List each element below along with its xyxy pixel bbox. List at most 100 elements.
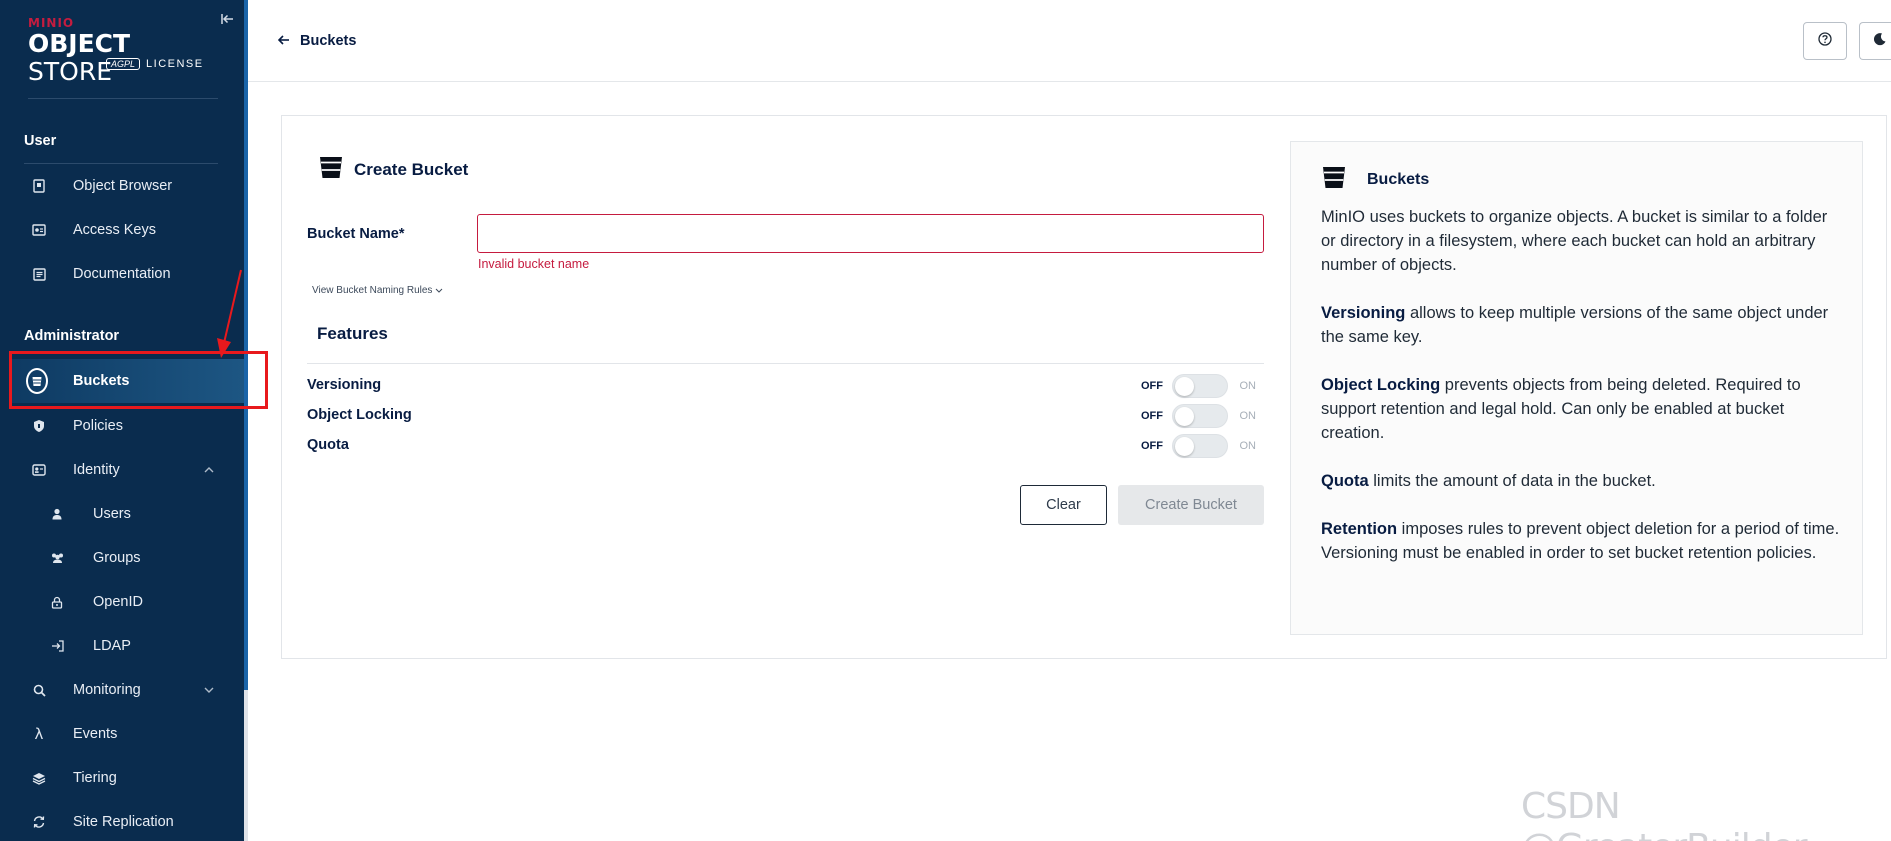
license-text: LICENSE xyxy=(146,58,204,70)
back-to-buckets-link[interactable]: Buckets xyxy=(277,32,357,49)
sidebar-item-access-keys[interactable]: Access Keys xyxy=(10,208,244,252)
documentation-icon xyxy=(30,265,48,283)
sidebar: MINIO OBJECT STORE AGPL LICENSE User Obje… xyxy=(0,0,246,841)
arrow-left-icon xyxy=(277,32,290,49)
versioning-toggle[interactable] xyxy=(1172,374,1228,398)
sidebar-item-label: Object Browser xyxy=(73,178,173,194)
help-object-locking: Object Locking prevents objects from bei… xyxy=(1321,373,1841,445)
switch-off-label: OFF xyxy=(1141,380,1163,392)
login-icon xyxy=(48,637,66,655)
bucket-name-input[interactable] xyxy=(477,214,1264,253)
help-versioning: Versioning allows to keep multiple versi… xyxy=(1321,301,1841,349)
access-keys-icon xyxy=(30,221,48,239)
sidebar-item-label: Site Replication xyxy=(73,814,174,830)
bucket-icon xyxy=(26,368,48,394)
bucket-name-error: Invalid bucket name xyxy=(478,257,590,271)
help-term: Retention xyxy=(1321,520,1398,538)
bucket-icon xyxy=(318,154,344,185)
bucket-icon xyxy=(1321,164,1347,195)
logo-divider xyxy=(28,98,218,99)
quota-toggle[interactable] xyxy=(1172,434,1228,458)
create-bucket-title-text: Create Bucket xyxy=(354,159,469,179)
minio-logo[interactable]: MINIO OBJECT STORE AGPL LICENSE xyxy=(28,16,218,86)
help-quota: Quota limits the amount of data in the b… xyxy=(1321,469,1841,493)
administrator-section-label: Administrator xyxy=(24,328,120,344)
sidebar-item-groups[interactable]: Groups xyxy=(10,536,244,580)
view-naming-rules-link[interactable]: View Bucket Naming Rules xyxy=(312,285,443,296)
lock-icon xyxy=(48,593,66,611)
switch-off-label: OFF xyxy=(1141,440,1163,452)
create-bucket-button[interactable]: Create Bucket xyxy=(1118,485,1264,525)
layers-icon xyxy=(30,769,48,787)
help-retention: Retention imposes rules to prevent objec… xyxy=(1321,517,1841,565)
dark-mode-toggle-button[interactable] xyxy=(1859,22,1891,60)
sidebar-item-label: Groups xyxy=(93,550,141,566)
switch-knob xyxy=(1175,407,1194,426)
help-body: MinIO uses buckets to organize objects. … xyxy=(1321,205,1841,589)
create-bucket-card: Create Bucket Bucket Name* Invalid bucke… xyxy=(281,115,1887,659)
chevron-down-icon xyxy=(435,285,443,296)
agpl-badge: AGPL xyxy=(106,58,141,70)
logo-title-bold: OBJECT xyxy=(28,29,131,58)
sidebar-item-buckets[interactable]: Buckets xyxy=(10,359,244,403)
sidebar-item-label: Documentation xyxy=(73,266,171,282)
sidebar-item-label: LDAP xyxy=(93,638,131,654)
sidebar-item-label: Events xyxy=(73,726,118,742)
feature-label: Quota xyxy=(307,437,349,453)
naming-rules-label: View Bucket Naming Rules xyxy=(312,285,433,296)
logo-title-thin: STORE xyxy=(28,57,112,86)
sidebar-item-openid[interactable]: OpenID xyxy=(10,580,244,624)
feature-label: Object Locking xyxy=(307,407,412,423)
help-title-text: Buckets xyxy=(1367,170,1430,188)
moon-icon xyxy=(1873,32,1887,51)
switch-on-label: ON xyxy=(1239,380,1257,392)
switch-knob xyxy=(1175,437,1194,456)
sidebar-item-documentation[interactable]: Documentation xyxy=(10,252,244,296)
sidebar-item-label: Monitoring xyxy=(73,682,141,698)
sidebar-item-label: Tiering xyxy=(73,770,117,786)
collapse-sidebar-icon[interactable] xyxy=(219,12,235,28)
watermark: CSDN @GreaterBuilder xyxy=(1521,786,1808,841)
sidebar-item-label: Identity xyxy=(73,462,120,478)
chevron-down-icon[interactable] xyxy=(204,684,214,696)
sidebar-item-monitoring[interactable]: Monitoring xyxy=(10,668,244,712)
sidebar-item-ldap[interactable]: LDAP xyxy=(10,624,244,668)
help-desc: limits the amount of data in the bucket. xyxy=(1368,472,1656,490)
feature-label: Versioning xyxy=(307,377,382,393)
switch-on-label: ON xyxy=(1239,440,1257,452)
bucket-icon-circle xyxy=(26,368,48,394)
chevron-up-icon[interactable] xyxy=(204,464,214,476)
bucket-name-label: Bucket Name* xyxy=(307,226,405,242)
feature-row-quota: Quota OFF ON xyxy=(307,431,1264,461)
sidebar-scrollbar[interactable] xyxy=(244,0,248,690)
create-bucket-title: Create Bucket xyxy=(318,154,468,185)
sidebar-scrollbar-track xyxy=(244,690,248,841)
shield-icon xyxy=(30,417,48,435)
features-divider xyxy=(307,363,1264,364)
sidebar-item-policies[interactable]: Policies xyxy=(10,404,244,448)
sidebar-item-users[interactable]: Users xyxy=(10,492,244,536)
features-title: Features xyxy=(317,324,388,343)
sidebar-item-events[interactable]: λ Events xyxy=(10,712,244,756)
object-browser-icon xyxy=(30,177,48,195)
sync-icon xyxy=(30,813,48,831)
clear-button[interactable]: Clear xyxy=(1020,485,1107,525)
sidebar-item-object-browser[interactable]: Object Browser xyxy=(10,164,244,208)
sidebar-item-identity[interactable]: Identity xyxy=(10,448,244,492)
help-term: Object Locking xyxy=(1321,376,1441,394)
top-bar: Buckets xyxy=(248,0,1891,82)
back-link-label: Buckets xyxy=(300,32,357,49)
sidebar-item-tiering[interactable]: Tiering xyxy=(10,756,244,800)
feature-row-versioning: Versioning OFF ON xyxy=(307,371,1264,401)
help-button[interactable] xyxy=(1803,22,1847,60)
sidebar-item-label: OpenID xyxy=(93,594,143,610)
sidebar-item-site-replication[interactable]: Site Replication xyxy=(10,800,244,841)
switch-off-label: OFF xyxy=(1141,410,1163,422)
sidebar-item-label: Users xyxy=(93,506,131,522)
help-intro: MinIO uses buckets to organize objects. … xyxy=(1321,208,1828,274)
logo-minio-text: MINIO xyxy=(28,16,75,30)
buckets-help-panel: Buckets MinIO uses buckets to organize o… xyxy=(1290,141,1863,635)
sidebar-item-label: Access Keys xyxy=(73,222,156,238)
help-term: Versioning xyxy=(1321,304,1406,322)
object-locking-toggle[interactable] xyxy=(1172,404,1228,428)
